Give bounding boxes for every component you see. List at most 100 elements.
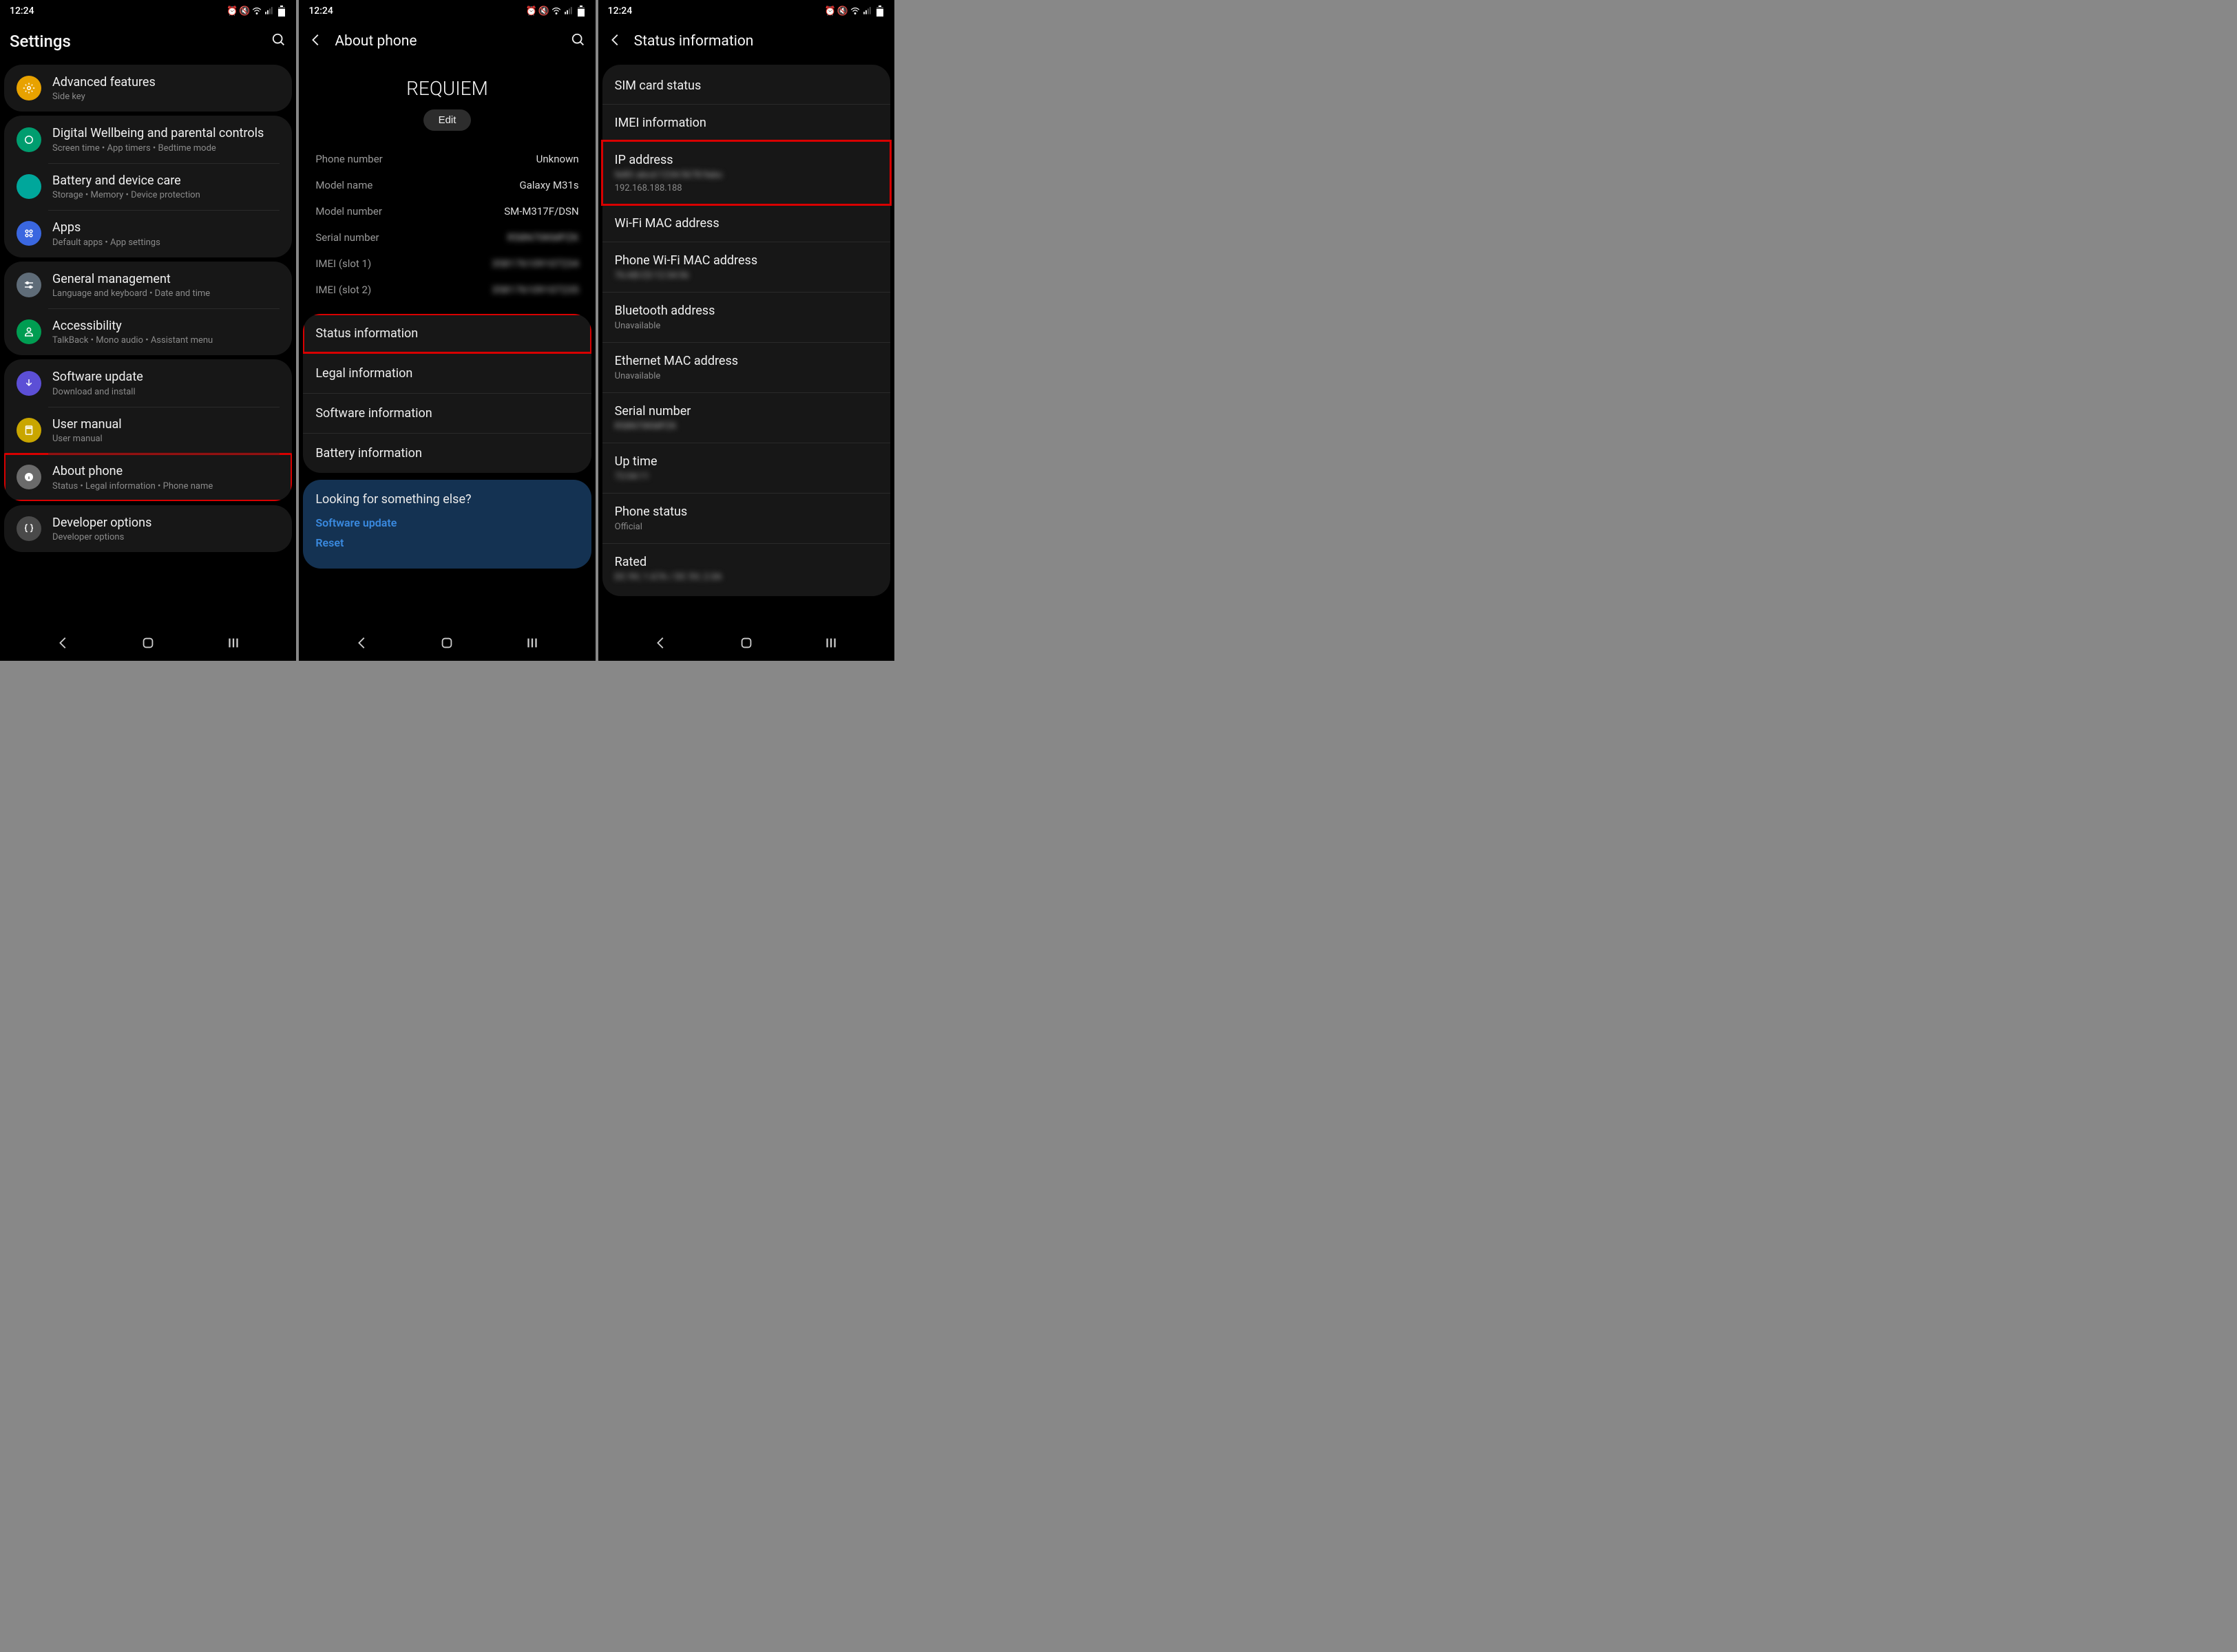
settings-item-battery-and-device-care[interactable]: Battery and device careStorage • Memory … [4, 163, 292, 210]
status-item-value: 72:04:11 [615, 472, 878, 482]
settings-item-subtitle: Side key [52, 92, 280, 102]
detail-value: Unknown [536, 153, 579, 165]
settings-item-title: User manual [52, 416, 280, 432]
nav-back-icon[interactable] [653, 635, 669, 653]
status-item-rated[interactable]: Rated DC 9V; 1.67A / DC 5V; 2.0A [602, 543, 890, 593]
detail-value: 358176109107235 [492, 284, 578, 296]
settings-item-title: Battery and device care [52, 173, 280, 189]
settings-item-subtitle: Default apps • App settings [52, 237, 280, 248]
status-item-title: IP address [615, 153, 878, 167]
about-links: Status informationLegal informationSoftw… [303, 314, 591, 473]
settings-item-about-phone[interactable]: About phoneStatus • Legal information • … [4, 454, 292, 500]
alarm-icon: ⏰ [227, 6, 237, 16]
nav-back-icon[interactable] [56, 635, 71, 653]
settings-group: Advanced featuresSide key [4, 65, 292, 112]
settings-item-title: Digital Wellbeing and parental controls [52, 125, 280, 141]
status-item-phone-status[interactable]: Phone statusOfficial [602, 493, 890, 543]
header: Settings [0, 22, 296, 61]
status-item-value: fe80::abcd:1234:5678:9abc [615, 170, 878, 180]
page-title: About phone [335, 33, 559, 50]
status-info-content[interactable]: SIM card statusIMEI informationIP addres… [598, 61, 894, 628]
about-link-battery-information[interactable]: Battery information [303, 433, 591, 473]
gear-icon [17, 76, 41, 100]
status-item-phone-wi-fi-mac-address[interactable]: Phone Wi-Fi MAC address76:AB:CD:12:34:56 [602, 242, 890, 292]
status-item-up-time[interactable]: Up time 72:04:11 [602, 443, 890, 493]
status-item-title: Ethernet MAC address [615, 354, 878, 368]
detail-value: Galaxy M31s [520, 179, 579, 191]
status-item-imei-information[interactable]: IMEI information [602, 104, 890, 141]
nav-home-icon[interactable] [439, 635, 454, 653]
about-content[interactable]: REQUIEM Edit Phone number Unknown Model na… [299, 61, 595, 628]
settings-item-title: Software update [52, 369, 280, 385]
status-item-ip-address[interactable]: IP addressfe80::abcd:1234:5678:9abc192.1… [602, 141, 890, 204]
header: Status information [598, 22, 894, 61]
device-detail-row: Serial numberR58N70KMPZK [303, 224, 591, 251]
status-item-title: Up time [615, 454, 878, 469]
signal-icon [264, 6, 274, 16]
nav-home-icon[interactable] [140, 635, 156, 653]
nav-recents-icon[interactable] [525, 635, 540, 653]
heart-icon [17, 174, 41, 199]
status-item-sim-card-status[interactable]: SIM card status [602, 67, 890, 104]
signal-icon [863, 6, 872, 16]
suggest-link-software-update[interactable]: Software update [315, 516, 578, 529]
about-link-software-information[interactable]: Software information [303, 393, 591, 433]
detail-label: Phone number [315, 153, 382, 165]
battery-icon [277, 6, 286, 16]
wifi-icon [850, 6, 860, 16]
search-icon[interactable] [571, 32, 586, 50]
braces-icon [17, 516, 41, 541]
book-icon [17, 418, 41, 443]
status-item-bluetooth-address[interactable]: Bluetooth addressUnavailable [602, 292, 890, 342]
mute-icon: 🔇 [838, 6, 848, 16]
status-item-value: Official [615, 522, 878, 532]
settings-item-developer-options[interactable]: Developer optionsDeveloper options [4, 505, 292, 552]
nav-recents-icon[interactable] [226, 635, 241, 653]
settings-item-software-update[interactable]: Software updateDownload and install [4, 359, 292, 406]
back-icon[interactable] [308, 32, 324, 50]
clock: 12:24 [608, 6, 633, 17]
suggestions-title: Looking for something else? [315, 492, 578, 507]
settings-item-user-manual[interactable]: User manualUser manual [4, 407, 292, 454]
screen-status-information: 12:24 ⏰ 🔇 Status information SIM card st… [598, 0, 894, 661]
nav-home-icon[interactable] [739, 635, 754, 653]
battery-icon [875, 6, 885, 16]
about-link-legal-information[interactable]: Legal information [303, 353, 591, 393]
status-item-serial-number[interactable]: Serial numberR58N70KMPZK [602, 392, 890, 443]
status-icons: ⏰ 🔇 [826, 6, 885, 16]
device-detail-row: Model nameGalaxy M31s [303, 172, 591, 198]
settings-item-title: Accessibility [52, 318, 280, 334]
search-icon[interactable] [271, 32, 286, 50]
mute-icon: 🔇 [240, 6, 249, 16]
status-item-value: DC 9V; 1.67A / DC 5V; 2.0A [615, 572, 878, 582]
device-name: REQUIEM [303, 77, 591, 100]
circle-icon [17, 127, 41, 152]
status-item-value: 192.168.188.188 [615, 183, 878, 193]
detail-value: 358176109107234 [492, 257, 578, 270]
about-link-status-information[interactable]: Status information [303, 314, 591, 353]
nav-back-icon[interactable] [355, 635, 370, 653]
edit-button[interactable]: Edit [423, 109, 472, 131]
status-item-ethernet-mac-address[interactable]: Ethernet MAC addressUnavailable [602, 342, 890, 392]
settings-item-general-management[interactable]: General managementLanguage and keyboard … [4, 262, 292, 308]
sliders-icon [17, 273, 41, 297]
back-icon[interactable] [608, 32, 623, 50]
settings-item-apps[interactable]: AppsDefault apps • App settings [4, 210, 292, 257]
status-icons: ⏰ 🔇 [227, 6, 286, 16]
status-item-title: Rated [615, 555, 878, 569]
settings-list[interactable]: Advanced featuresSide keyDigital Wellbei… [0, 61, 296, 628]
status-item-value: 76:AB:CD:12:34:56 [615, 271, 878, 281]
nav-recents-icon[interactable] [823, 635, 839, 653]
nav-bar [299, 628, 595, 661]
device-details: Phone number Unknown Model nameGalaxy M31s… [303, 146, 591, 303]
settings-group: Software updateDownload and installUser … [4, 359, 292, 500]
settings-item-advanced-features[interactable]: Advanced featuresSide key [4, 65, 292, 112]
detail-label: Model number [315, 205, 382, 218]
status-icons: ⏰ 🔇 [527, 6, 586, 16]
status-item-wi-fi-mac-address[interactable]: Wi-Fi MAC address [602, 204, 890, 242]
suggest-link-reset[interactable]: Reset [315, 536, 578, 549]
status-info-list: SIM card statusIMEI informationIP addres… [602, 65, 890, 596]
screen-settings: 12:24 ⏰ 🔇 Settings Advanced featuresSide… [0, 0, 296, 661]
settings-item-digital-wellbeing-and-parental-controls[interactable]: Digital Wellbeing and parental controlsS… [4, 116, 292, 162]
settings-item-accessibility[interactable]: AccessibilityTalkBack • Mono audio • Ass… [4, 308, 292, 355]
